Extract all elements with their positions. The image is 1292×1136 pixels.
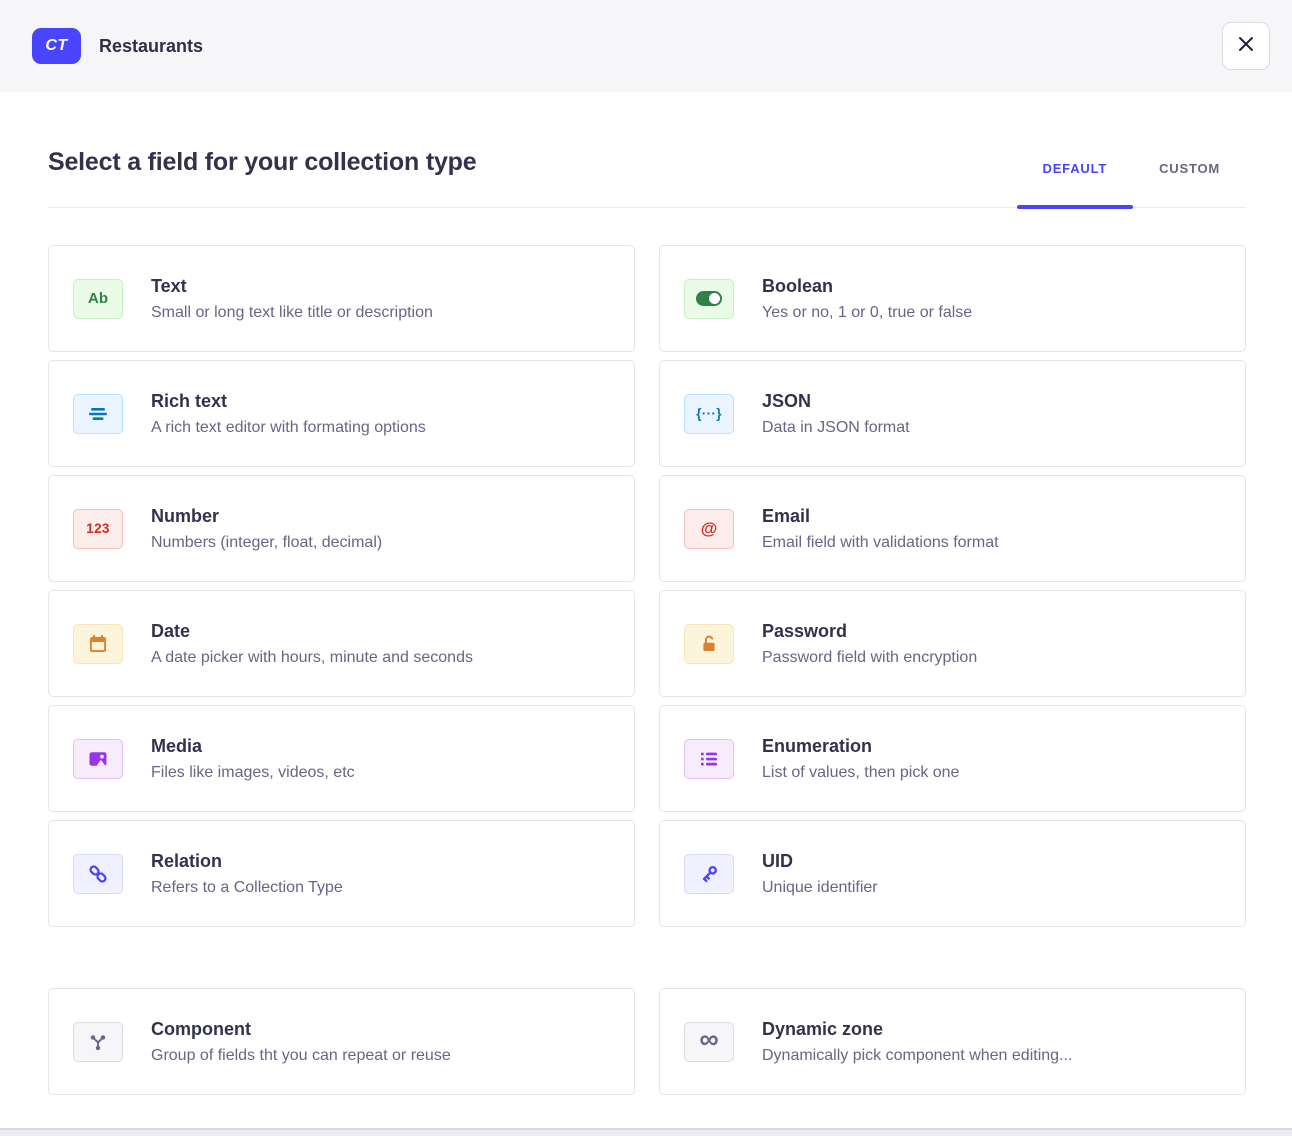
field-description: A date picker with hours, minute and sec…: [151, 649, 473, 667]
field-description: Files like images, videos, etc: [151, 764, 355, 782]
field-title: Text: [151, 276, 433, 297]
field-title: Rich text: [151, 391, 426, 412]
field-description: Numbers (integer, float, decimal): [151, 534, 382, 552]
close-button[interactable]: [1222, 22, 1270, 70]
field-title: Number: [151, 506, 382, 527]
modal-footer-edge: [0, 1128, 1292, 1136]
field-card-relation[interactable]: Relation Refers to a Collection Type: [48, 820, 635, 927]
123-icon: 123: [73, 509, 123, 549]
default-fields-grid: Ab Text Small or long text like title or…: [48, 245, 1246, 927]
field-title: Date: [151, 621, 473, 642]
collection-title: Restaurants: [99, 36, 203, 57]
field-description: Small or long text like title or descrip…: [151, 304, 433, 322]
field-description: Password field with encryption: [762, 649, 977, 667]
field-description: Unique identifier: [762, 879, 878, 897]
modal-header: CT Restaurants: [0, 0, 1292, 92]
field-description: Refers to a Collection Type: [151, 879, 343, 897]
tab-custom[interactable]: CUSTOM: [1133, 144, 1246, 207]
field-card-boolean[interactable]: Boolean Yes or no, 1 or 0, true or false: [659, 245, 1246, 352]
page-title: Select a field for your collection type: [48, 148, 476, 177]
ab-icon: Ab: [73, 279, 123, 319]
field-title: Password: [762, 621, 977, 642]
field-card-uid[interactable]: UID Unique identifier: [659, 820, 1246, 927]
field-card-rich-text[interactable]: Rich text A rich text editor with format…: [48, 360, 635, 467]
field-description: List of values, then pick one: [762, 764, 959, 782]
link-icon: [73, 854, 123, 894]
field-description: Email field with validations format: [762, 534, 999, 552]
title-row: Select a field for your collection type …: [48, 92, 1246, 208]
field-card-date[interactable]: Date A date picker with hours, minute an…: [48, 590, 635, 697]
field-card-text[interactable]: Ab Text Small or long text like title or…: [48, 245, 635, 352]
field-description: Dynamically pick component when editing.…: [762, 1047, 1072, 1065]
123-icon-text: 123: [86, 521, 109, 536]
field-title: Dynamic zone: [762, 1019, 1072, 1040]
at-icon-text: @: [701, 519, 718, 539]
field-card-component[interactable]: Component Group of fields tht you can re…: [48, 988, 635, 1095]
field-card-email[interactable]: @ Email Email field with validations for…: [659, 475, 1246, 582]
field-description: Yes or no, 1 or 0, true or false: [762, 304, 972, 322]
field-card-json[interactable]: {···} JSON Data in JSON format: [659, 360, 1246, 467]
close-icon: [1237, 35, 1255, 58]
json-braces-icon: {···}: [684, 394, 734, 434]
unlock-icon: [684, 624, 734, 664]
tab-default[interactable]: DEFAULT: [1017, 144, 1134, 207]
at-icon: @: [684, 509, 734, 549]
key-icon: [684, 854, 734, 894]
field-card-media[interactable]: Media Files like images, videos, etc: [48, 705, 635, 812]
infinity-icon: ∞: [684, 1022, 734, 1062]
bullet-list-icon: [684, 739, 734, 779]
field-title: Media: [151, 736, 355, 757]
calendar-icon: [73, 624, 123, 664]
field-title: Boolean: [762, 276, 972, 297]
tabs: DEFAULT CUSTOM: [1017, 144, 1246, 207]
collection-type-badge: CT: [32, 28, 81, 64]
field-card-number[interactable]: 123 Number Numbers (integer, float, deci…: [48, 475, 635, 582]
ab-icon-text: Ab: [88, 290, 108, 307]
toggle-knob: [696, 291, 722, 306]
field-title: Enumeration: [762, 736, 959, 757]
align-center-icon: [73, 394, 123, 434]
nodes-icon: [73, 1022, 123, 1062]
field-title: Email: [762, 506, 999, 527]
advanced-fields-grid: Component Group of fields tht you can re…: [48, 988, 1246, 1095]
field-description: Data in JSON format: [762, 419, 910, 437]
toggle-icon: [684, 279, 734, 319]
field-card-enumeration[interactable]: Enumeration List of values, then pick on…: [659, 705, 1246, 812]
field-title: JSON: [762, 391, 910, 412]
field-description: A rich text editor with formating option…: [151, 419, 426, 437]
field-title: UID: [762, 851, 878, 872]
field-title: Component: [151, 1019, 451, 1040]
field-title: Relation: [151, 851, 343, 872]
infinity-glyph: ∞: [699, 1029, 718, 1049]
field-card-dynamic-zone[interactable]: ∞ Dynamic zone Dynamically pick componen…: [659, 988, 1246, 1095]
picture-icon: [73, 739, 123, 779]
field-description: Group of fields tht you can repeat or re…: [151, 1047, 451, 1065]
field-card-password[interactable]: Password Password field with encryption: [659, 590, 1246, 697]
json-braces-text: {···}: [696, 406, 722, 421]
